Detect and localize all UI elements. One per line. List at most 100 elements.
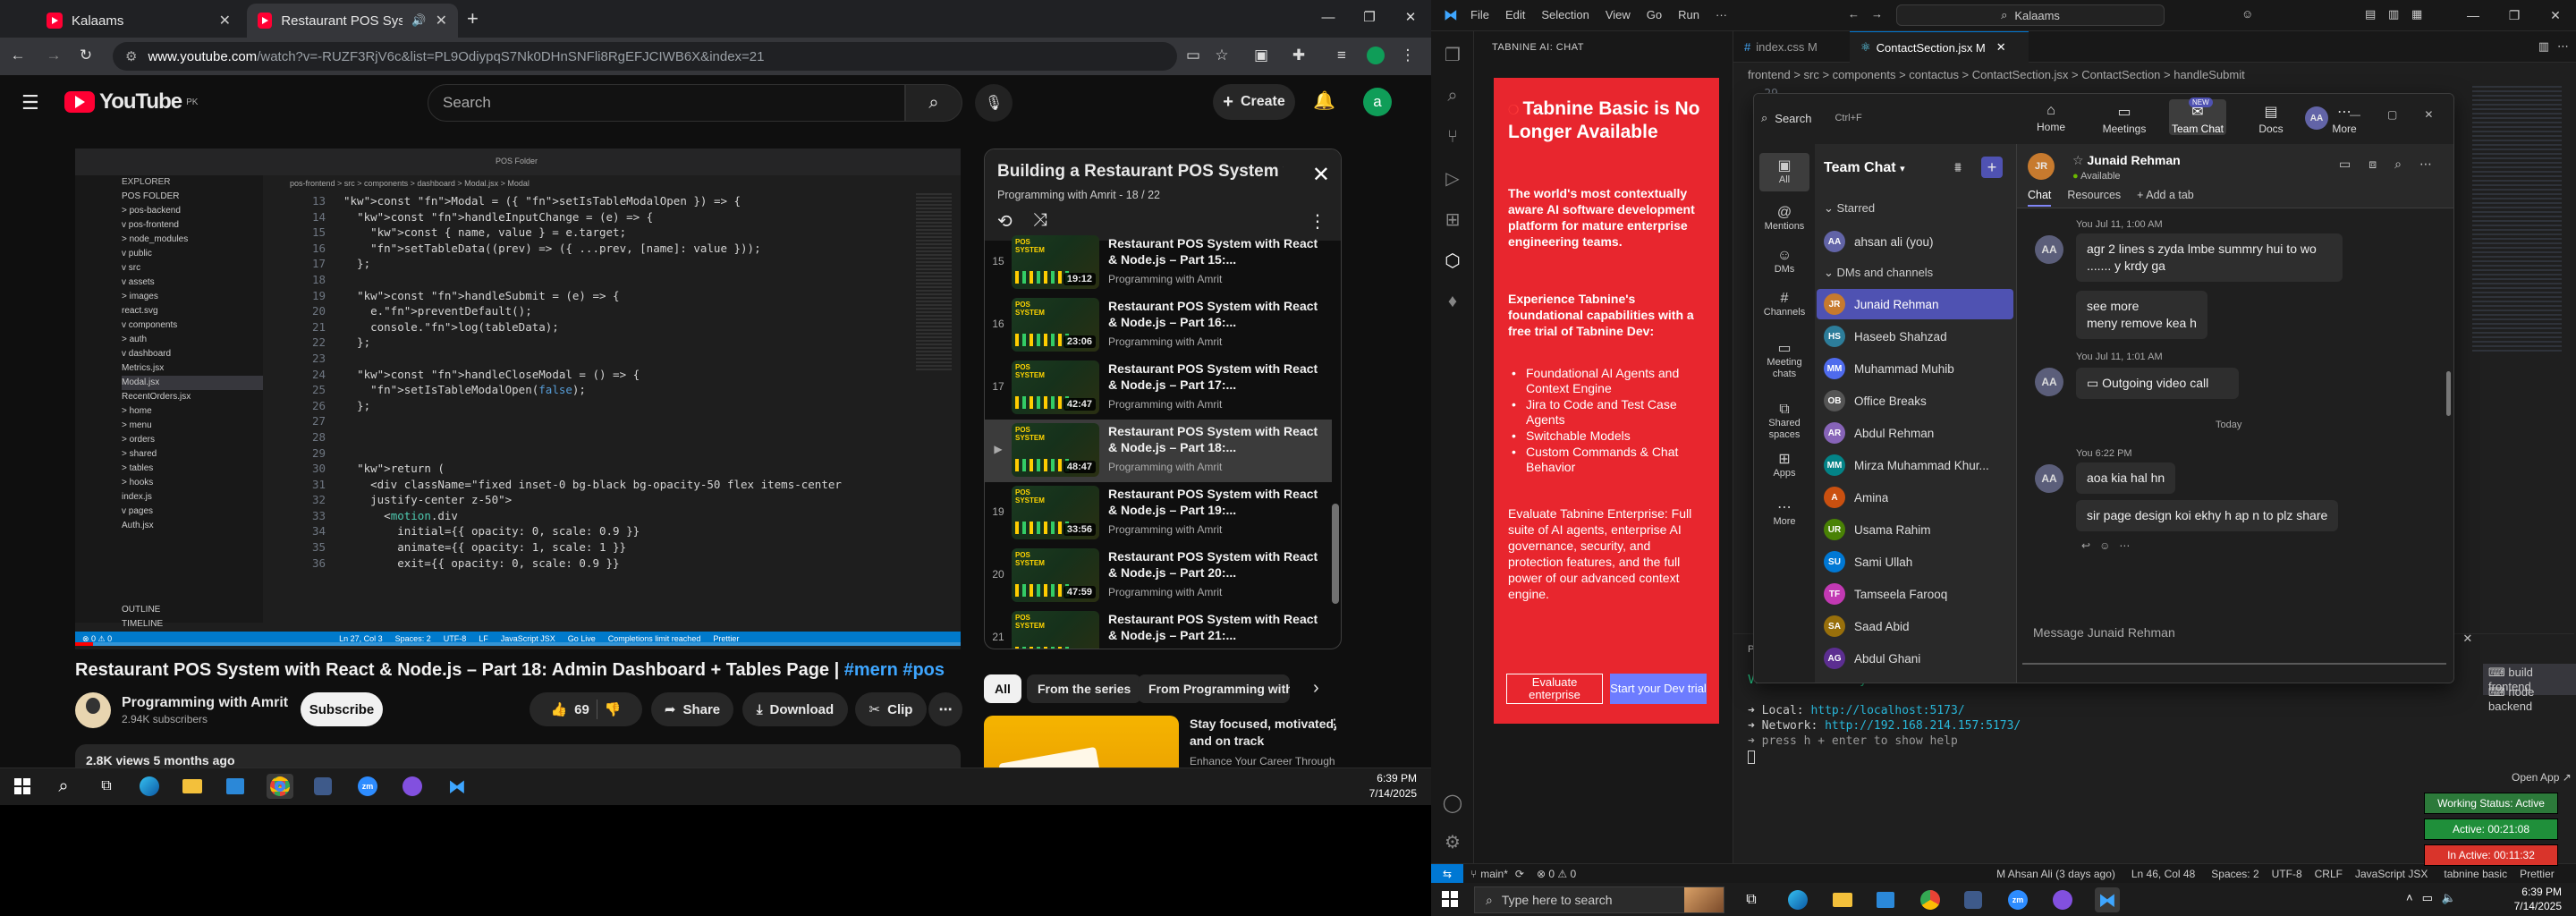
- command-center[interactable]: ⌕ Kalaams: [1896, 4, 2165, 26]
- github-icon[interactable]: [399, 774, 426, 799]
- playlist-item-title[interactable]: Restaurant POS System with React & Node.…: [1108, 298, 1323, 330]
- share-button[interactable]: ➦ Share: [651, 692, 733, 726]
- teams-nav-0[interactable]: ⌂ Home: [2022, 103, 2080, 133]
- filter-icon[interactable]: ⩩: [1954, 160, 1962, 175]
- file-explorer-icon[interactable]: [1830, 887, 1855, 912]
- tab-chat[interactable]: Chat: [2028, 189, 2052, 207]
- chat-list-item[interactable]: AR Abdul Rehman: [1817, 418, 2013, 448]
- address-bar[interactable]: ⚙ www.youtube.com/watch?v=-RUZF3RjV6c&li…: [113, 42, 1177, 71]
- close-window-icon[interactable]: ✕: [2424, 108, 2433, 121]
- more-icon[interactable]: ⋯: [2119, 539, 2130, 552]
- task-view-icon[interactable]: ⧉: [93, 774, 120, 799]
- emoji-icon[interactable]: ☺: [2099, 539, 2110, 552]
- start-windows-icon[interactable]: [1442, 891, 1458, 907]
- recommended-title[interactable]: Stay focused, motivated, and on track: [1190, 716, 1342, 750]
- taskbar-search-input[interactable]: ⌕ Type here to search: [1474, 886, 1724, 913]
- close-tab-icon[interactable]: ✕: [1996, 40, 2006, 55]
- chrome-taskbar-icon[interactable]: [1918, 887, 1943, 912]
- rail-item-4[interactable]: ▭ Meeting chats: [1754, 342, 1815, 380]
- message-compose-input[interactable]: Message Junaid Rehman: [2022, 616, 2446, 665]
- teams-search-input[interactable]: ⌕ Search Ctrl+F: [1761, 105, 1886, 131]
- message-bubble[interactable]: agr 2 lines s zyda lmbe summry hui to wo…: [2076, 233, 2343, 282]
- create-button[interactable]: + Create: [1213, 84, 1295, 120]
- puzzle-icon[interactable]: ✚: [1288, 45, 1309, 66]
- chip-2[interactable]: From Programming with A: [1138, 674, 1290, 703]
- account-icon[interactable]: ◯: [1431, 783, 1474, 822]
- nav-forward-icon[interactable]: →: [1871, 7, 1883, 21]
- rail-item-6[interactable]: ⊞ Apps: [1754, 453, 1815, 479]
- tab-contactsection-jsx[interactable]: ⚛ ContactSection.jsx M ✕: [1850, 31, 2029, 63]
- chat-list-item[interactable]: A Amina: [1817, 482, 2013, 513]
- maximize-icon[interactable]: ❐: [1349, 0, 1390, 38]
- hamburger-menu-icon[interactable]: ☰: [21, 91, 39, 114]
- chip-0[interactable]: All: [984, 674, 1021, 703]
- task-view-icon[interactable]: ⧉: [1739, 887, 1764, 912]
- playlist-thumbnail[interactable]: POS SYSTEM 19:12: [1012, 235, 1099, 289]
- chrome-taskbar-icon[interactable]: [267, 774, 293, 799]
- playlist-thumbnail[interactable]: POS SYSTEM7:06: [1012, 611, 1099, 649]
- network-icon[interactable]: ▭: [2422, 891, 2433, 905]
- working-status-badge[interactable]: Working Status: Active: [2424, 793, 2558, 814]
- playlist-item[interactable]: 16 POS SYSTEM 23:06 Restaurant POS System w…: [985, 294, 1332, 357]
- taskbar-clock[interactable]: 6:39 PM 7/14/2025: [1369, 771, 1417, 802]
- maximize-icon[interactable]: ❐: [2494, 0, 2535, 30]
- close-window-icon[interactable]: ✕: [2535, 0, 2576, 30]
- playlist-item[interactable]: 19 POS SYSTEM 33:56 Restaurant POS System w…: [985, 482, 1332, 545]
- sync-icon[interactable]: ⟳: [1515, 868, 1524, 880]
- start-dev-trial-button[interactable]: Start your Dev trial: [1610, 674, 1707, 704]
- chat-list-item[interactable]: JR Junaid Rehman: [1817, 289, 2013, 319]
- profile-avatar[interactable]: AA: [2305, 106, 2328, 130]
- loop-icon[interactable]: ⟲: [997, 210, 1013, 233]
- dms-section[interactable]: ⌄ DMs and channels: [1824, 266, 1933, 280]
- reply-icon[interactable]: ↩: [2081, 539, 2090, 552]
- profile-icon[interactable]: [1365, 45, 1386, 66]
- recommended-menu-icon[interactable]: ⋮: [1327, 716, 1342, 734]
- remote-icon[interactable]: ⇆: [1431, 863, 1463, 884]
- chat-list-item[interactable]: SU Sami Ullah: [1817, 547, 2013, 577]
- volume-icon[interactable]: 🔈: [2442, 891, 2456, 905]
- extensions-icon[interactable]: ⊞: [1431, 199, 1474, 239]
- evaluate-enterprise-button[interactable]: Evaluate enterprise: [1506, 674, 1603, 704]
- close-tab-icon[interactable]: ✕: [436, 12, 447, 30]
- source-control-icon[interactable]: ⑂: [1431, 117, 1474, 157]
- extension-drop-icon[interactable]: ♦: [1431, 282, 1474, 321]
- playlist-thumbnail[interactable]: POS SYSTEM 47:59: [1012, 548, 1099, 602]
- more-editor-icon[interactable]: ⋯: [2557, 39, 2569, 54]
- video-player[interactable]: POS Folder EXPLORER POS FOLDER > pos-back…: [75, 148, 961, 649]
- chips-next-icon[interactable]: ›: [1313, 678, 1319, 699]
- chat-list-item[interactable]: SA Saad Abid: [1817, 611, 2013, 641]
- zoom-icon[interactable]: zm: [2005, 887, 2030, 912]
- video-progress-bar[interactable]: [75, 642, 961, 646]
- playlist-item-title[interactable]: Restaurant POS System with React & Node.…: [1108, 235, 1323, 267]
- playlist-item-title[interactable]: Restaurant POS System with React & Node.…: [1108, 486, 1323, 518]
- message-bubble[interactable]: aoa kia hal hn: [2076, 462, 2176, 494]
- speaker-icon[interactable]: 🔊: [411, 13, 426, 28]
- contact-avatar[interactable]: JR: [2028, 153, 2055, 180]
- copilot-icon[interactable]: ☺: [2241, 7, 2253, 21]
- close-window-icon[interactable]: ✕: [1390, 0, 1431, 38]
- reload-icon[interactable]: ↻: [75, 45, 97, 66]
- dislike-button[interactable]: 👎: [605, 701, 622, 717]
- settings-gear-icon[interactable]: ⚙: [1431, 822, 1474, 861]
- back-icon[interactable]: ←: [7, 45, 29, 66]
- chat-list-item[interactable]: MM Muhammad Muhib: [1817, 353, 2013, 384]
- site-info-icon[interactable]: ⚙: [125, 48, 137, 64]
- panel-toggle-icon[interactable]: ▦: [2411, 7, 2422, 21]
- chrome-menu-icon[interactable]: ⋮: [1397, 45, 1419, 66]
- playlist-item[interactable]: 20 POS SYSTEM 47:59 Restaurant POS System w…: [985, 545, 1332, 607]
- starred-section[interactable]: ⌄ Starred: [1824, 201, 1875, 216]
- add-tab-button[interactable]: + Add a tab: [2137, 189, 2194, 207]
- github-icon[interactable]: [2050, 887, 2075, 912]
- minimize-icon[interactable]: —: [1308, 0, 1349, 38]
- close-panel-icon[interactable]: ✕: [2462, 632, 2472, 646]
- bookmark-star-icon[interactable]: ☆: [1211, 45, 1233, 66]
- playlist-item-title[interactable]: Restaurant POS System with React & Node.…: [1108, 548, 1323, 581]
- playlist-thumbnail[interactable]: POS SYSTEM 23:06: [1012, 298, 1099, 352]
- extension-icon[interactable]: ▣: [1250, 45, 1272, 66]
- message-avatar[interactable]: AA: [2035, 464, 2063, 493]
- playlist-item[interactable]: 21 POS SYSTEM7:06 Restaurant POS System wi…: [985, 607, 1332, 649]
- store-icon[interactable]: [222, 774, 249, 799]
- menu-item[interactable]: Run: [1678, 8, 1699, 21]
- channel-avatar[interactable]: [75, 692, 111, 728]
- layout-icon[interactable]: ▤: [2365, 7, 2376, 21]
